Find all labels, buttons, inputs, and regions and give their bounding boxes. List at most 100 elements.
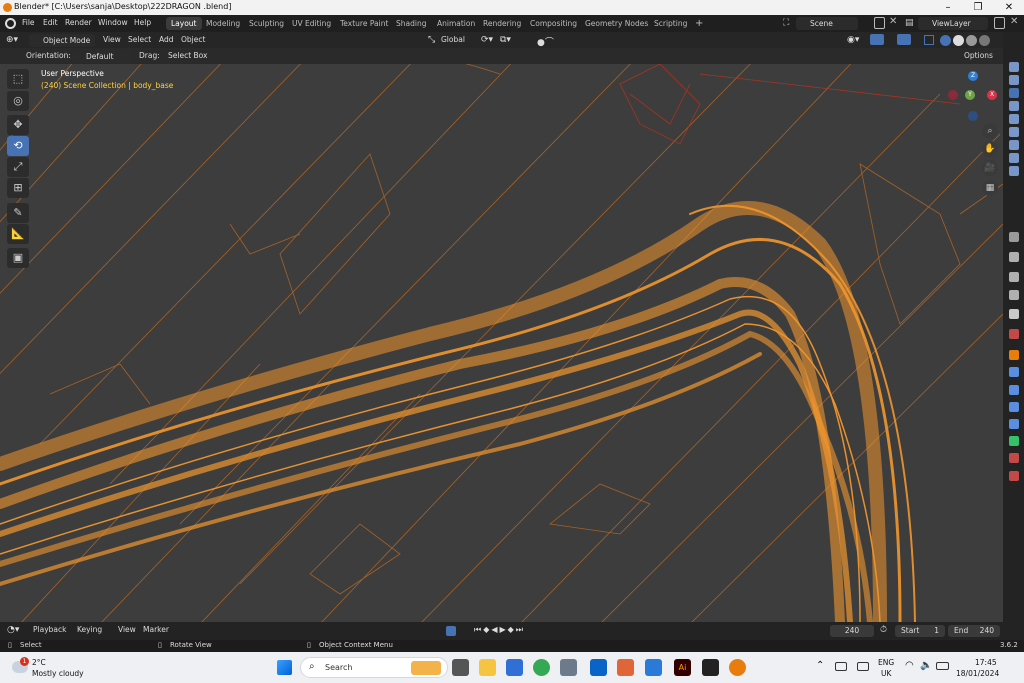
tray-chevron-icon[interactable]: ⌃ — [816, 660, 824, 671]
render-properties-icon[interactable] — [1009, 252, 1019, 262]
perspective-toggle-icon[interactable]: ▦ — [982, 180, 998, 196]
playback-controls[interactable]: ⏮◆◀▶◆⏭ — [474, 625, 525, 635]
outliner-camera-icon-9[interactable] — [1009, 166, 1019, 176]
blender-taskbar-icon[interactable] — [729, 659, 746, 676]
weather-desc[interactable]: Mostly cloudy — [32, 669, 84, 678]
x-axis-icon[interactable]: X — [987, 90, 997, 100]
tool-properties-icon[interactable] — [1009, 232, 1019, 242]
scene-selector[interactable]: Scene — [796, 17, 858, 30]
sticky-notes-icon[interactable] — [702, 659, 719, 676]
view-layer-properties-icon[interactable] — [1009, 290, 1019, 300]
tab-modeling[interactable]: Modeling — [201, 17, 245, 30]
mail-icon[interactable] — [645, 659, 662, 676]
zoom-icon[interactable]: ⌕ — [982, 123, 998, 139]
transform-tool-icon[interactable]: ⊞ — [7, 178, 29, 198]
3d-viewport[interactable] — [0, 64, 1003, 622]
close-button[interactable]: ✕ — [994, 0, 1024, 15]
keyboard-icon[interactable] — [835, 662, 847, 671]
battery-icon[interactable] — [936, 662, 949, 670]
constraint-properties-icon[interactable] — [1009, 419, 1019, 429]
wifi-icon[interactable]: ◠ — [905, 660, 914, 671]
world-properties-icon[interactable] — [1009, 329, 1019, 339]
scene-icon[interactable]: ⛶ — [783, 18, 789, 28]
new-scene-icon[interactable] — [874, 17, 885, 29]
drag-selector[interactable]: Select Box — [168, 51, 207, 60]
menu-help[interactable]: Help — [134, 18, 151, 27]
outliner-camera-icon-8[interactable] — [1009, 153, 1019, 163]
outliner-camera-icon-6[interactable] — [1009, 127, 1019, 137]
weather-temp[interactable]: 2°C — [32, 658, 46, 667]
editor-type-icon[interactable]: ⊕▾ — [6, 35, 18, 45]
marker-menu[interactable]: Marker — [143, 625, 169, 634]
menu-file[interactable]: File — [22, 18, 35, 27]
tab-texture-paint[interactable]: Texture Paint — [335, 17, 393, 30]
xray-toggle-icon[interactable] — [924, 35, 934, 45]
transform-orientation-icon[interactable]: ⤡ — [428, 35, 435, 45]
keying-menu[interactable]: Keying — [77, 625, 102, 634]
timeline-view-menu[interactable]: View — [118, 625, 136, 634]
overlay-toggle-icon[interactable] — [897, 34, 911, 45]
menu-edit[interactable]: Edit — [43, 18, 58, 27]
tab-sculpting[interactable]: Sculpting — [244, 17, 289, 30]
material-properties-icon[interactable] — [1009, 453, 1019, 463]
new-view-layer-icon[interactable] — [994, 17, 1005, 29]
tab-compositing[interactable]: Compositing — [525, 17, 582, 30]
outliner-camera-icon-3[interactable] — [1009, 88, 1019, 98]
delete-scene-icon[interactable]: ✕ — [889, 16, 897, 27]
outliner-camera-icon-5[interactable] — [1009, 114, 1019, 124]
measure-tool-icon[interactable]: 📐 — [7, 224, 29, 244]
camera-view-icon[interactable]: 🎥 — [982, 160, 998, 176]
physics-properties-icon[interactable] — [1009, 402, 1019, 412]
mode-selector[interactable]: Object Mode — [29, 34, 95, 47]
menu-render[interactable]: Render — [65, 18, 92, 27]
blender-menu-icon[interactable] — [5, 18, 16, 29]
visibility-icon[interactable]: ◉▾ — [847, 35, 859, 45]
outliner-camera-icon-7[interactable] — [1009, 140, 1019, 150]
outliner-camera-icon-2[interactable] — [1009, 75, 1019, 85]
tab-uv-editing[interactable]: UV Editing — [287, 17, 336, 30]
shading-wireframe-icon[interactable] — [940, 35, 951, 46]
shading-solid-icon[interactable] — [953, 35, 964, 46]
tab-scripting[interactable]: Scripting — [649, 17, 692, 30]
transform-orientation-selector[interactable]: Global — [441, 35, 465, 44]
clock-date[interactable]: 18/01/2024 — [956, 669, 999, 678]
add-workspace-icon[interactable]: + — [690, 17, 708, 30]
snap-icon[interactable]: ⧉▾ — [500, 35, 511, 45]
view-layer-selector[interactable]: ViewLayer — [918, 17, 988, 30]
pan-icon[interactable]: ✋ — [982, 141, 998, 157]
end-frame-field[interactable]: End 240 — [948, 625, 1000, 637]
shading-material-icon[interactable] — [966, 35, 977, 46]
orientation-selector[interactable]: Default — [72, 50, 132, 63]
axis-gizmo[interactable]: Z Y X — [945, 68, 1000, 123]
task-view-icon[interactable] — [452, 659, 469, 676]
gizmo-toggle-icon[interactable] — [870, 34, 884, 45]
view-layer-icon[interactable]: ▤ — [905, 18, 914, 28]
scene-properties-icon[interactable] — [1009, 309, 1019, 319]
options-button[interactable]: Options — [964, 51, 993, 60]
menu-select[interactable]: Select — [128, 35, 151, 44]
z-axis-icon[interactable]: Z — [968, 71, 978, 81]
cursor-tool-icon[interactable]: ◎ — [7, 91, 29, 111]
select-tool-icon[interactable]: ⬚ — [7, 69, 29, 89]
tab-layout[interactable]: Layout — [166, 17, 202, 30]
store-icon[interactable] — [506, 659, 523, 676]
particle-properties-icon[interactable] — [1009, 385, 1019, 395]
neg-z-axis-icon[interactable] — [968, 111, 978, 121]
language-secondary[interactable]: UK — [881, 669, 891, 678]
scale-tool-icon[interactable]: ⤢ — [7, 157, 29, 177]
outlook-icon[interactable] — [590, 659, 607, 676]
menu-view[interactable]: View — [103, 35, 121, 44]
add-cube-tool-icon[interactable]: ▣ — [7, 248, 29, 268]
proportional-editing-icon[interactable]: ●⌒ — [537, 35, 554, 48]
tab-shading[interactable]: Shading — [391, 17, 431, 30]
menu-window[interactable]: Window — [98, 18, 128, 27]
illustrator-icon[interactable]: Ai — [674, 659, 691, 676]
search-box[interactable]: ⌕ Search — [300, 657, 448, 678]
tab-geometry-nodes[interactable]: Geometry Nodes — [580, 17, 653, 30]
rotate-tool-icon[interactable]: ⟲ — [7, 136, 29, 156]
display-icon[interactable] — [857, 662, 869, 671]
menu-object[interactable]: Object — [181, 35, 205, 44]
volume-icon[interactable]: 🔈 — [920, 660, 932, 671]
auto-keying-icon[interactable] — [446, 626, 456, 636]
move-tool-icon[interactable]: ✥ — [7, 115, 29, 135]
